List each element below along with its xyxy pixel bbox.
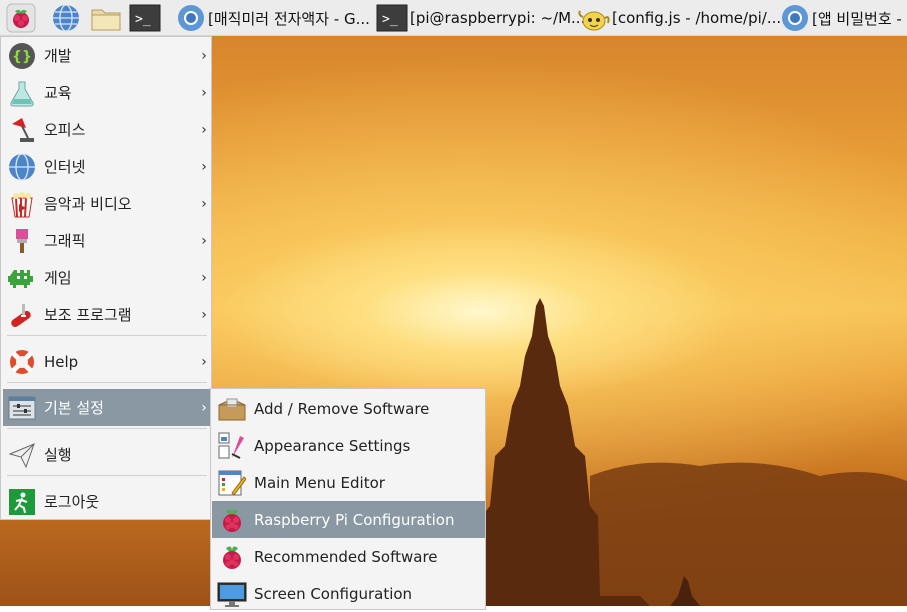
preferences-submenu: Add / Remove Software Appearance Setting… — [210, 388, 486, 610]
submenu-arrow-icon: › — [201, 158, 207, 175]
task-geany[interactable]: [config.js - /home/pi/... — [578, 3, 781, 33]
submenu-item-recommended-software[interactable]: Recommended Software — [212, 538, 485, 575]
menu-item-office[interactable]: 오피스 › — [3, 111, 211, 148]
menu-item-development[interactable]: {} 개발 › — [3, 37, 211, 74]
menu-item-logout[interactable]: 로그아웃 — [3, 483, 211, 520]
menu-item-run[interactable]: 실행 — [3, 436, 211, 473]
menu-item-label: 로그아웃 — [44, 493, 100, 511]
menu-item-education[interactable]: 교육 › — [3, 74, 211, 111]
submenu-arrow-icon: › — [201, 47, 207, 64]
desk-lamp-icon — [7, 115, 37, 145]
submenu-item-label: Raspberry Pi Configuration — [254, 510, 455, 529]
space-invader-icon — [7, 263, 37, 293]
submenu-arrow-icon: › — [201, 84, 207, 101]
menu-item-label: 교육 — [44, 84, 72, 102]
monitor-icon — [217, 579, 247, 609]
flask-icon — [7, 78, 37, 108]
menu-item-label: 인터넷 — [44, 158, 86, 176]
task-label: [pi@raspberrypi: ~/M... — [410, 9, 586, 27]
submenu-item-raspberry-pi-configuration[interactable]: Raspberry Pi Configuration — [212, 501, 485, 538]
appearance-palette-icon — [217, 431, 247, 461]
programming-braces-icon: {} — [7, 41, 37, 71]
chromium-icon — [782, 5, 808, 31]
menu-separator — [7, 335, 207, 336]
menu-item-help[interactable]: Help › — [3, 343, 211, 380]
submenu-item-label: Recommended Software — [254, 547, 438, 566]
folder-icon[interactable] — [90, 3, 121, 33]
menu-item-accessories[interactable]: 보조 프로그램 › — [3, 296, 211, 333]
submenu-arrow-icon: › — [201, 232, 207, 249]
menu-item-label: 그래픽 — [44, 232, 86, 250]
task-label: [config.js - /home/pi/... — [612, 9, 782, 27]
submenu-item-label: Screen Configuration — [254, 584, 413, 603]
menu-item-games[interactable]: 게임 › — [3, 259, 211, 296]
globe-icon — [7, 152, 37, 182]
submenu-arrow-icon: › — [201, 353, 207, 370]
task-chromium-1[interactable]: [매직미러 전자액자 - G... — [176, 3, 370, 33]
svg-text:>_: >_ — [135, 12, 151, 27]
terminal-icon[interactable]: >_ — [129, 3, 161, 33]
taskbar: >_ [매직미러 전자액자 - G... >_ [pi@raspberrypi:… — [0, 0, 907, 36]
raspberry-menu-icon[interactable] — [6, 3, 36, 33]
submenu-arrow-icon: › — [201, 121, 207, 138]
paintbrush-icon — [7, 226, 37, 256]
menu-item-label: 실행 — [44, 446, 72, 464]
preferences-sliders-icon — [7, 393, 37, 423]
menu-item-label: 기본 설정 — [44, 399, 104, 417]
menu-separator — [7, 475, 207, 476]
popcorn-icon — [7, 189, 37, 219]
task-label: [매직미러 전자액자 - G... — [208, 9, 370, 28]
submenu-item-appearance-settings[interactable]: Appearance Settings — [212, 427, 485, 464]
submenu-arrow-icon: › — [201, 269, 207, 286]
menu-item-label: 오피스 — [44, 121, 86, 139]
swiss-knife-icon — [7, 300, 37, 330]
menu-item-preferences[interactable]: 기본 설정 › — [3, 389, 211, 426]
menu-separator — [7, 428, 207, 429]
submenu-item-label: Add / Remove Software — [254, 399, 430, 418]
globe-browser-icon[interactable] — [51, 3, 81, 33]
menu-item-label: 음악과 비디오 — [44, 195, 132, 213]
menu-item-label: 게임 — [44, 269, 72, 287]
svg-text:{}: {} — [12, 49, 32, 65]
menu-item-graphics[interactable]: 그래픽 › — [3, 222, 211, 259]
submenu-item-label: Main Menu Editor — [254, 473, 385, 492]
chromium-icon — [178, 5, 204, 31]
submenu-item-screen-configuration[interactable]: Screen Configuration — [212, 575, 485, 612]
menu-separator — [7, 382, 207, 383]
paper-plane-icon — [7, 440, 37, 470]
svg-text:>_: >_ — [382, 12, 398, 27]
exit-running-man-icon — [7, 487, 37, 517]
submenu-item-add-remove-software[interactable]: Add / Remove Software — [212, 390, 485, 427]
package-box-icon — [217, 394, 247, 424]
menu-item-sound-video[interactable]: 음악과 비디오 › — [3, 185, 211, 222]
submenu-arrow-icon: › — [201, 306, 207, 323]
raspberry-icon — [217, 505, 247, 535]
submenu-item-main-menu-editor[interactable]: Main Menu Editor — [212, 464, 485, 501]
main-menu: {} 개발 › 교육 › 오피스 › 인터넷 › 음악과 비디오 › 그래픽 ›… — [0, 36, 212, 520]
geany-teapot-icon — [578, 10, 610, 31]
raspberry-icon — [217, 542, 247, 572]
lifebuoy-icon — [7, 347, 37, 377]
submenu-item-label: Appearance Settings — [254, 436, 411, 455]
submenu-arrow-icon: › — [201, 195, 207, 212]
task-label: [앱 비밀번호 - — [812, 9, 902, 28]
submenu-arrow-icon: › — [201, 399, 207, 416]
menu-item-internet[interactable]: 인터넷 › — [3, 148, 211, 185]
menu-item-label: Help — [44, 352, 79, 371]
menu-item-label: 개발 — [44, 47, 72, 65]
task-terminal[interactable]: >_ [pi@raspberrypi: ~/M... — [376, 3, 585, 33]
menu-editor-icon — [217, 468, 247, 498]
task-chromium-2[interactable]: [앱 비밀번호 - — [780, 3, 902, 33]
menu-item-label: 보조 프로그램 — [44, 306, 132, 324]
terminal-icon: >_ — [376, 4, 408, 32]
